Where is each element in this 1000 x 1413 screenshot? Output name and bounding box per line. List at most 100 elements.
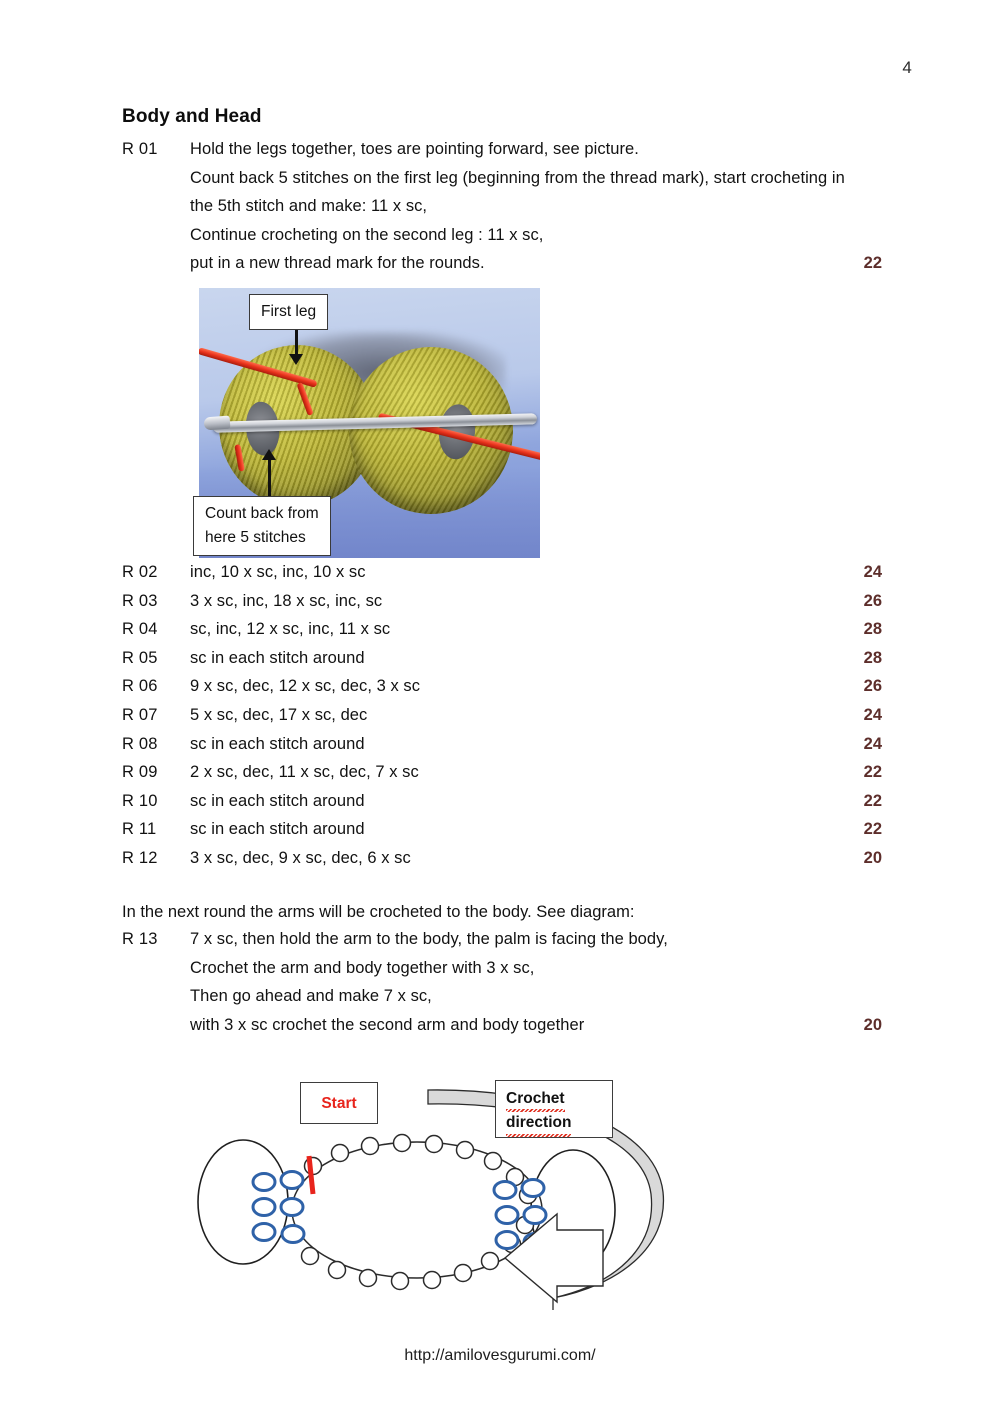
row-count: 22 [863,820,882,839]
callout-count-back: Count back from here 5 stitches [193,496,331,557]
round-13-line-3: Then go ahead and make 7 x sc, [122,987,882,1016]
body-stitch [390,1271,410,1291]
assembly-diagram: Start Crochet direction [185,1062,785,1327]
row-label: R 09 [122,763,158,782]
row-instruction: sc, inc, 12 x sc, inc, 11 x sc [190,620,391,639]
table-row: R 10 sc in each stitch around 22 [122,792,882,821]
row-label: R 03 [122,591,158,610]
row-count: 24 [863,705,882,724]
crochet-hook-tip [203,415,231,431]
round-01-label: R 01 [122,140,158,158]
row-label: R 11 [122,820,157,839]
joined-stitch [520,1178,546,1198]
first-leg-arrow-line [295,330,298,356]
table-row: R 08 sc in each stitch around 24 [122,735,882,764]
joined-stitch [279,1170,305,1190]
body-stitch [455,1140,475,1160]
joined-stitch [280,1224,306,1244]
joined-stitch [251,1222,277,1242]
joined-stitch [279,1197,305,1217]
round-01-text-1: Hold the legs together, toes are pointin… [190,140,639,158]
row-label: R 04 [122,620,158,639]
round-13-line-4: with 3 x sc crochet the second arm and b… [122,1016,882,1045]
body-stitch [330,1143,350,1163]
row-count: 28 [863,620,882,639]
row-count: 24 [863,563,882,581]
row-label: R 08 [122,734,158,753]
round-01-text-4: Continue crocheting on the second leg : … [190,225,544,244]
row-instruction: sc in each stitch around [190,791,365,810]
document-page: 4 Body and Head R 01 Hold the legs toget… [0,0,1000,1413]
row-instruction: sc in each stitch around [190,648,365,667]
diagram-direction-label: Crochet direction [495,1080,613,1138]
body-stitch [300,1246,320,1266]
joined-stitch [522,1205,548,1225]
callout-first-leg-label: First leg [261,303,317,320]
diagram-svg [197,1089,665,1310]
row-count: 22 [863,791,882,810]
body-stitch [392,1133,412,1153]
row-instruction: sc in each stitch around [190,820,365,839]
row-label: R 05 [122,648,158,667]
row-label: R 07 [122,705,158,724]
body-stitch [358,1268,378,1288]
round-01-text-3: the 5th stitch and make: 11 x sc, [190,197,428,216]
round-01-line-5: put in a new thread mark for the rounds.… [122,254,882,283]
body-stitch [422,1270,442,1290]
round-01-block: R 01 Hold the legs together, toes are po… [122,140,882,283]
round-01-count: 22 [863,254,882,273]
body-stitch [424,1134,444,1154]
round-01-line-3: the 5th stitch and make: 11 x sc, [122,197,882,226]
row-count: 26 [863,677,882,696]
diagram-start-label: Start [300,1082,378,1124]
table-row: R 06 9 x sc, dec, 12 x sc, dec, 3 x sc 2… [122,677,882,706]
row-instruction: 5 x sc, dec, 17 x sc, dec [190,705,368,724]
body-stitch [453,1263,473,1283]
round-13-text-3: Then go ahead and make 7 x sc, [190,987,432,1006]
body-stitch [327,1260,347,1280]
row-label: R 02 [122,563,158,581]
row-instruction: sc in each stitch around [190,734,365,753]
join-cluster-left [251,1170,306,1244]
joined-stitch [251,1197,277,1217]
table-row: R 07 5 x sc, dec, 17 x sc, dec 24 [122,706,882,735]
round-13-block: R 13 7 x sc, then hold the arm to the bo… [122,930,882,1044]
row-count: 26 [863,591,882,610]
footer-url[interactable]: http://amilovesgurumi.com/ [0,1347,1000,1365]
row-label: R 12 [122,848,158,867]
row-label: R 06 [122,677,158,696]
joined-stitch [494,1230,520,1250]
round-01-line-1: R 01 Hold the legs together, toes are po… [122,140,882,169]
first-leg-arrow-head-icon [289,354,303,365]
callout-count-back-line-2: here 5 stitches [205,529,306,547]
count-back-arrow-line [268,458,271,496]
row-instruction: 9 x sc, dec, 12 x sc, dec, 3 x sc [190,677,420,696]
round-01-text-2: Count back 5 stitches on the first leg (… [190,168,845,187]
joined-stitch [492,1180,518,1200]
body-stitch [483,1151,503,1171]
table-row: R 04 sc, inc, 12 x sc, inc, 11 x sc 28 [122,620,882,649]
table-row: R 02 inc, 10 x sc, inc, 10 x sc 24 [122,563,882,592]
callout-first-leg: First leg [249,294,329,331]
table-row: R 09 2 x sc, dec, 11 x sc, dec, 7 x sc 2… [122,763,882,792]
joined-stitch [494,1205,520,1225]
round-13-text-2: Crochet the arm and body together with 3… [190,958,535,977]
arms-note: In the next round the arms will be croch… [122,903,635,921]
row-instruction: inc, 10 x sc, inc, 10 x sc [190,563,366,581]
row-instruction: 2 x sc, dec, 11 x sc, dec, 7 x sc [190,763,419,782]
round-01-text-5: put in a new thread mark for the rounds. [190,254,485,273]
row-instruction: 3 x sc, dec, 9 x sc, dec, 6 x sc [190,848,411,867]
body-stitch [360,1136,380,1156]
round-01-line-2: Count back 5 stitches on the first leg (… [122,169,882,198]
table-row: R 12 3 x sc, dec, 9 x sc, dec, 6 x sc 20 [122,849,882,878]
diagram-start-text: Start [321,1095,357,1112]
row-count: 24 [863,734,882,753]
body-stitch [480,1251,500,1271]
table-row: R 03 3 x sc, inc, 18 x sc, inc, sc 26 [122,592,882,621]
round-13-line-1: R 13 7 x sc, then hold the arm to the bo… [122,930,882,959]
row-instruction: 3 x sc, inc, 18 x sc, inc, sc [190,591,383,610]
round-13-text-1: 7 x sc, then hold the arm to the body, t… [190,930,668,948]
row-count: 28 [863,648,882,667]
round-13-count: 20 [863,1015,882,1034]
round-13-label: R 13 [122,930,158,948]
